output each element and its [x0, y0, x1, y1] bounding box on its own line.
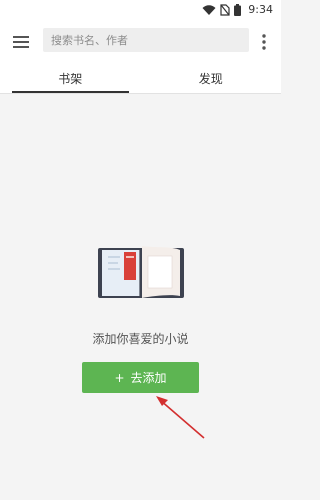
red-arrow-annotation [156, 396, 205, 439]
search-placeholder: 搜索书名、作者 [51, 34, 128, 47]
empty-state-message: 添加你喜爱的小说 [92, 332, 189, 346]
no-sim-icon [220, 4, 230, 16]
empty-bookshelf-illustration [98, 246, 184, 298]
more-options-icon[interactable] [255, 31, 273, 53]
tab-bookshelf[interactable]: 书架 [0, 64, 141, 93]
add-novel-button[interactable]: + 去添加 [82, 362, 199, 393]
tab-discover[interactable]: 发现 [141, 64, 282, 93]
search-input[interactable]: 搜索书名、作者 [43, 28, 249, 52]
status-bar: 9:34 [0, 0, 281, 20]
toolbar: 搜索书名、作者 [0, 20, 281, 64]
wifi-icon [202, 4, 216, 15]
tab-indicator [12, 91, 129, 93]
tab-bookshelf-label: 书架 [58, 72, 83, 86]
battery-icon [234, 4, 241, 16]
menu-icon[interactable] [10, 31, 32, 53]
tab-discover-label: 发现 [198, 72, 223, 86]
status-icons [202, 4, 241, 16]
tab-bar: 书架 发现 [0, 64, 281, 94]
status-time: 9:34 [248, 3, 273, 16]
add-button-label: 去添加 [130, 371, 167, 385]
plus-icon: + [114, 370, 125, 385]
